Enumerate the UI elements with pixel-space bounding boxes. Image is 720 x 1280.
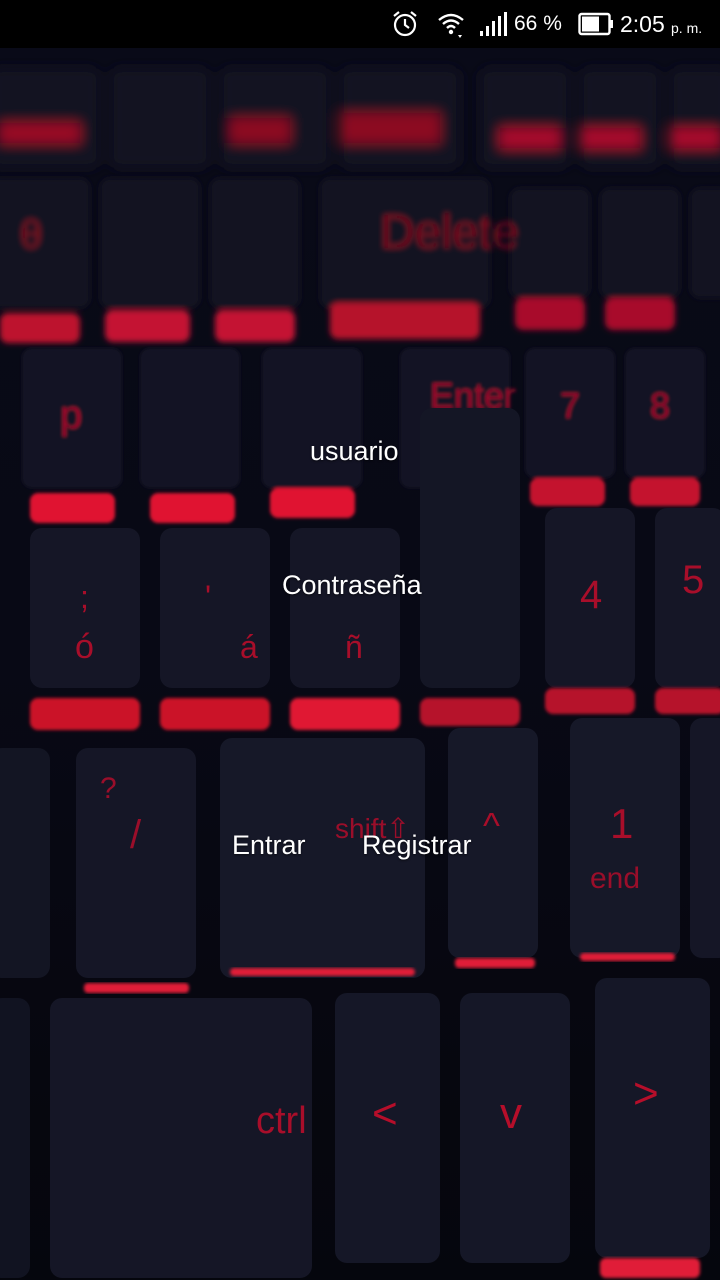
- register-button[interactable]: Registrar: [362, 830, 472, 861]
- enter-button[interactable]: Entrar: [232, 830, 306, 861]
- clock-ampm: p. m.: [671, 20, 703, 36]
- username-field[interactable]: usuario: [310, 436, 399, 467]
- wifi-icon: [436, 0, 468, 48]
- login-form: usuario Contraseña Entrar Registrar: [0, 0, 720, 1280]
- battery-percent: 66 %: [514, 12, 562, 35]
- clock-time: 2:05: [620, 10, 665, 37]
- password-field[interactable]: Contraseña: [282, 570, 422, 601]
- status-bar: 66 % 2:05 p. m.: [0, 0, 720, 48]
- signal-icon: [478, 0, 508, 48]
- login-screen: 66 % 2:05 p. m. θ Delete p Enter 7 8 ; ó…: [0, 0, 720, 1280]
- alarm-icon: [390, 0, 422, 48]
- battery-icon: [578, 0, 614, 48]
